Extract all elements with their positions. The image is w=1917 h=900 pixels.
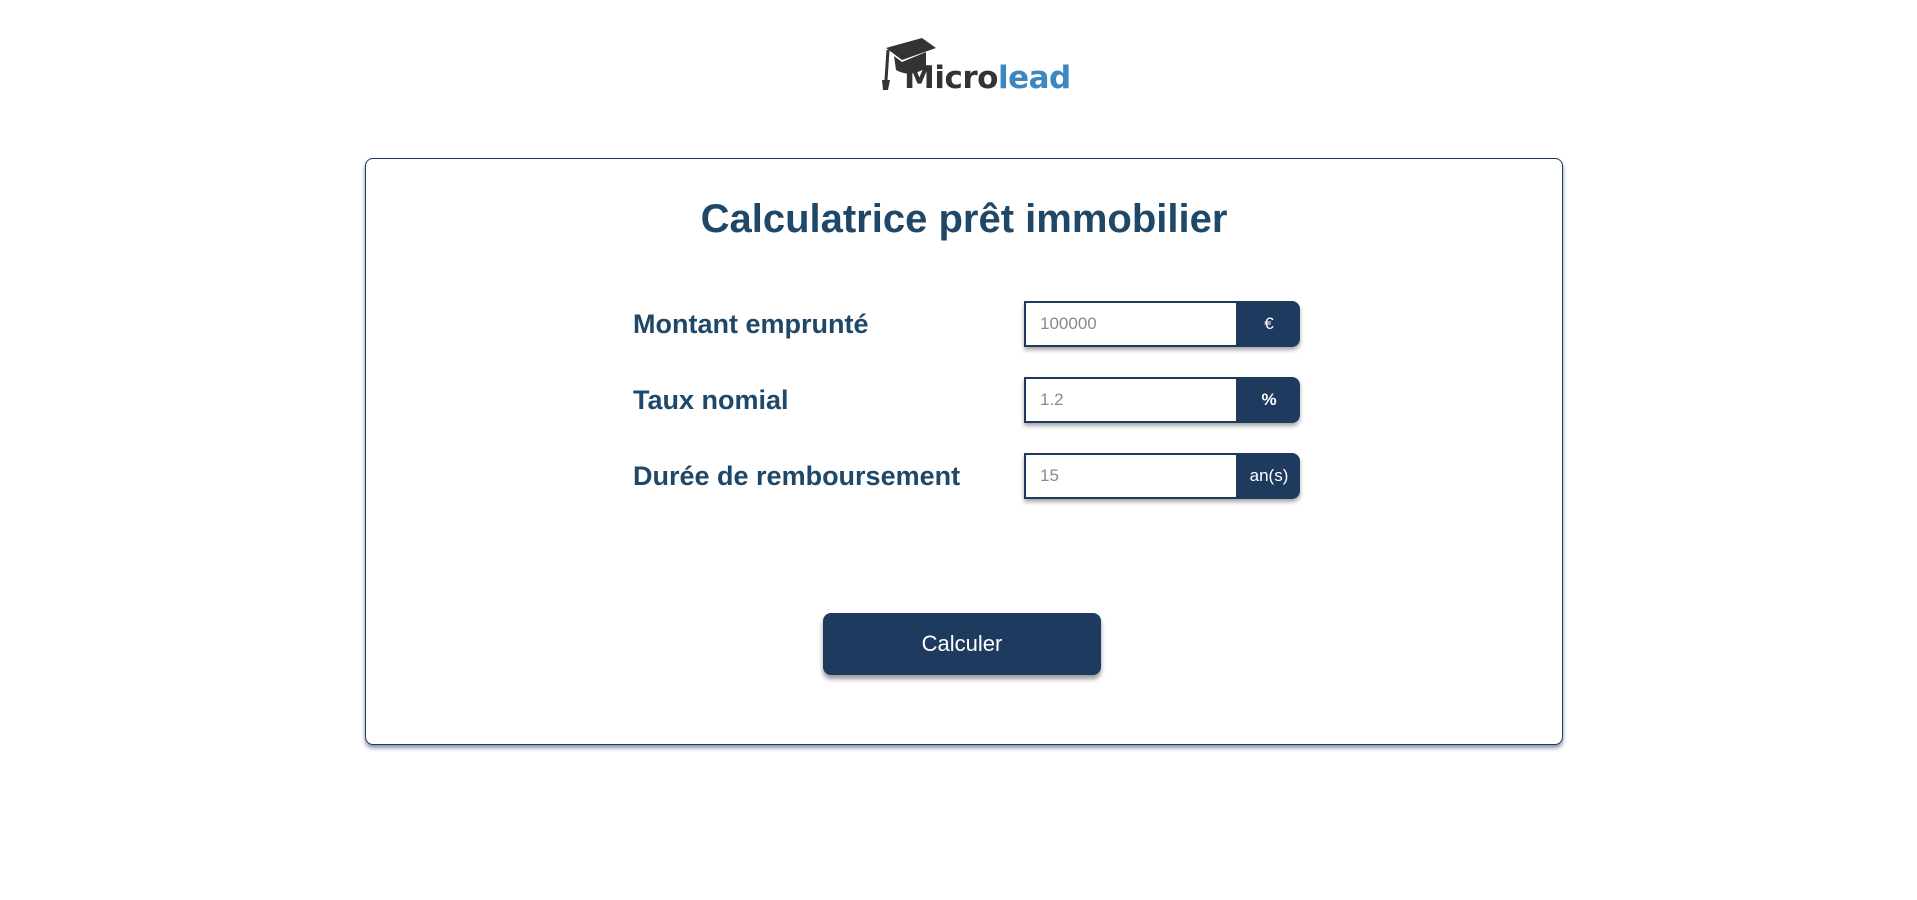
rate-input[interactable] xyxy=(1024,377,1238,423)
amount-row: Montant emprunté € xyxy=(633,301,1300,349)
duration-label: Durée de remboursement xyxy=(633,461,961,491)
duration-input[interactable] xyxy=(1024,453,1238,499)
rate-row: Taux nomial % xyxy=(633,377,1300,425)
calculate-button[interactable]: Calculer xyxy=(823,613,1101,675)
euro-unit-addon: € xyxy=(1238,301,1300,347)
percent-unit-addon: % xyxy=(1238,377,1300,423)
page-title: Calculatrice prêt immobilier xyxy=(700,197,1228,241)
amount-input-group: € xyxy=(1024,301,1300,347)
microlead-logo: Microlead xyxy=(878,36,1071,96)
years-unit-addon: an(s) xyxy=(1238,453,1300,499)
duration-row: Durée de remboursement an(s) xyxy=(633,453,1300,501)
logo-text-lead: lead xyxy=(997,60,1071,96)
calculator-card: Calculatrice prêt immobilier Montant emp… xyxy=(365,158,1563,745)
rate-input-group: % xyxy=(1024,377,1300,423)
logo-wordmark: Microlead xyxy=(904,60,1071,96)
amount-label: Montant emprunté xyxy=(633,309,869,339)
duration-input-group: an(s) xyxy=(1024,453,1300,499)
rate-label: Taux nomial xyxy=(633,385,789,415)
logo-text-micro: Micro xyxy=(904,60,998,96)
amount-input[interactable] xyxy=(1024,301,1238,347)
